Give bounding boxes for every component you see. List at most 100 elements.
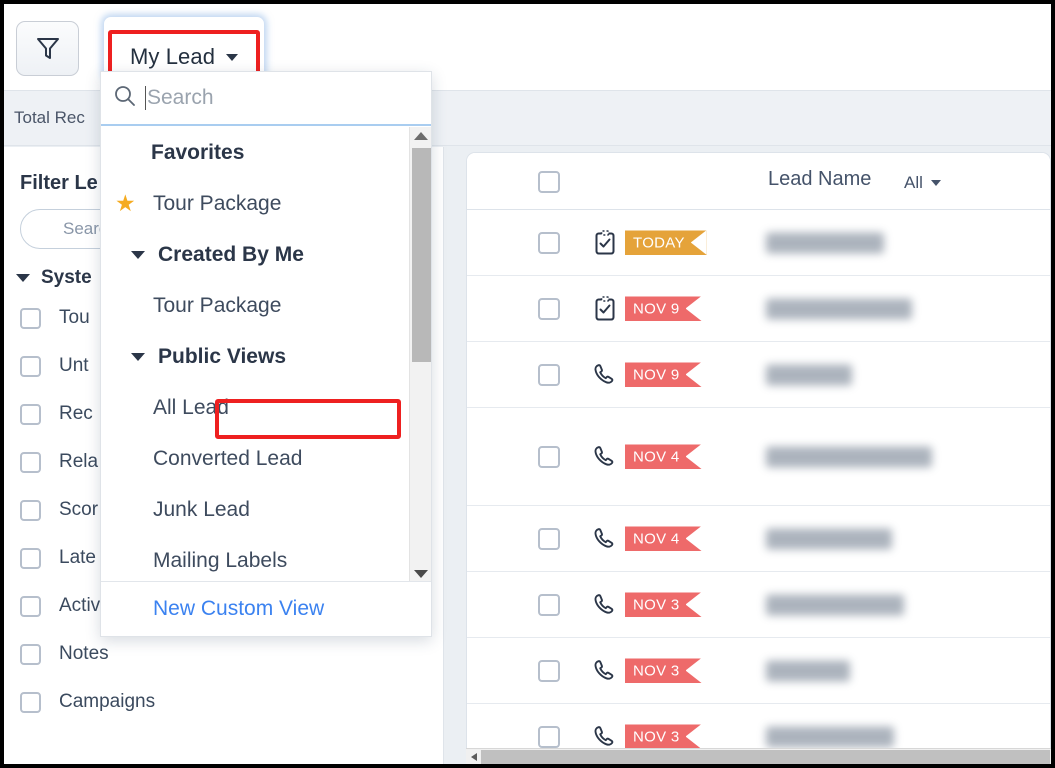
sidebar-filter-checkbox[interactable]	[20, 403, 41, 425]
app-root: My Lead Total Rec Filter Le Searc Syste …	[4, 4, 1051, 764]
scrollbar-thumb[interactable]	[412, 148, 431, 362]
triangle-left-icon	[470, 752, 477, 761]
due-date-badge: NOV 3	[625, 724, 702, 749]
row-select-checkbox[interactable]	[538, 363, 560, 386]
scrollbar-thumb[interactable]	[481, 749, 1050, 764]
dropdown-view-item-label: Tour Package	[153, 191, 282, 215]
triangle-down-icon	[16, 274, 30, 282]
sidebar-filter-checkbox[interactable]	[20, 499, 41, 521]
row-select-checkbox[interactable]	[538, 725, 560, 748]
table-row[interactable]: NOV 9	[467, 342, 1050, 408]
star-icon[interactable]: ★	[115, 192, 139, 215]
dropdown-view-item-label: Converted Lead	[153, 446, 303, 470]
leads-table-panel: Lead Name All TODAY NOV 9 NOV 9 NOV 4 NOV 4 N…	[466, 152, 1051, 764]
sidebar-filter-label: Rela	[59, 451, 99, 472]
task-checklist-icon	[592, 295, 618, 322]
dropdown-view-item[interactable]: Converted Lead	[101, 433, 431, 484]
dropdown-vertical-scrollbar[interactable]	[409, 127, 431, 583]
filter-sidebar-title: Filter Le	[20, 172, 98, 194]
row-select-checkbox[interactable]	[538, 297, 560, 320]
dropdown-view-item[interactable]: ★ Tour Package	[101, 178, 431, 229]
lead-name-redacted[interactable]	[766, 726, 894, 747]
dropdown-view-item-label: Junk Lead	[153, 497, 250, 521]
lead-name-redacted[interactable]	[766, 594, 904, 615]
dropdown-view-list: Favorites ★ Tour Package Created By Me Tour …	[101, 127, 431, 583]
sidebar-filter-checkbox[interactable]	[20, 451, 41, 473]
table-row[interactable]: TODAY	[467, 210, 1050, 276]
column-header-lead-name: Lead Name	[768, 168, 872, 190]
sidebar-filter-item[interactable]: Notes	[20, 643, 109, 665]
due-date-badge: NOV 3	[625, 658, 702, 683]
lead-name-redacted[interactable]	[766, 364, 852, 385]
row-select-checkbox[interactable]	[538, 231, 560, 254]
dropdown-group-label: Favorites	[151, 140, 245, 164]
scroll-up-arrow[interactable]	[410, 127, 431, 145]
dropdown-view-item[interactable]: Mailing Labels	[101, 535, 431, 583]
view-selector-dropdown: Search Favorites ★ Tour Package Created By …	[100, 71, 432, 637]
new-custom-view-label: New Custom View	[153, 597, 325, 620]
row-select-checkbox[interactable]	[538, 445, 560, 468]
lead-name-redacted[interactable]	[766, 528, 892, 549]
dropdown-group-label: Public Views	[158, 344, 286, 368]
due-date-badge: NOV 9	[625, 362, 702, 387]
filter-button[interactable]	[16, 21, 79, 76]
sidebar-filter-checkbox[interactable]	[20, 547, 41, 569]
dropdown-group-favorites[interactable]: Favorites	[101, 127, 431, 178]
due-date-badge: NOV 3	[625, 592, 702, 617]
sidebar-filter-item[interactable]: Rela	[20, 451, 98, 473]
sidebar-filter-item[interactable]: Unt	[20, 355, 89, 377]
sidebar-group-system[interactable]: Syste	[16, 267, 92, 289]
phone-icon	[592, 724, 618, 750]
scroll-left-arrow[interactable]	[466, 748, 481, 764]
column-filter-all-label: All	[904, 173, 923, 192]
table-row[interactable]: NOV 3	[467, 572, 1050, 638]
triangle-up-icon	[414, 132, 428, 140]
triangle-down-icon	[131, 250, 145, 259]
sidebar-filter-item[interactable]: Campaigns	[20, 691, 155, 713]
dropdown-group-public-views[interactable]: Public Views	[101, 331, 431, 382]
row-select-checkbox[interactable]	[538, 593, 560, 616]
column-filter-all[interactable]: All	[904, 173, 941, 193]
due-date-badge: NOV 4	[625, 444, 702, 469]
sidebar-filter-label: Unt	[59, 355, 89, 376]
sidebar-filter-label: Campaigns	[59, 691, 156, 712]
dropdown-group-created-by-me[interactable]: Created By Me	[101, 229, 431, 280]
due-date-badge: NOV 4	[625, 526, 702, 551]
sidebar-filter-checkbox[interactable]	[20, 307, 41, 329]
dropdown-view-item[interactable]: Tour Package	[101, 280, 431, 331]
dropdown-group-label: Created By Me	[158, 242, 304, 266]
table-row[interactable]: NOV 4	[467, 506, 1050, 572]
triangle-down-icon	[131, 352, 145, 361]
sidebar-filter-label: Scor	[59, 499, 99, 520]
sidebar-filter-item[interactable]: Scor	[20, 499, 98, 521]
sidebar-filter-checkbox[interactable]	[20, 691, 41, 713]
row-select-checkbox[interactable]	[538, 527, 560, 550]
new-custom-view-button[interactable]: New Custom View	[101, 581, 431, 636]
select-all-checkbox[interactable]	[538, 171, 560, 193]
lead-name-redacted[interactable]	[766, 298, 912, 319]
sidebar-filter-item[interactable]: Tou	[20, 307, 90, 329]
sidebar-filter-label: Rec	[59, 403, 93, 424]
view-selector-label: My Lead	[129, 44, 216, 69]
dropdown-search-field[interactable]: Search	[101, 72, 431, 126]
row-select-checkbox[interactable]	[538, 659, 560, 682]
lead-name-redacted[interactable]	[766, 660, 850, 681]
lead-name-redacted[interactable]	[766, 446, 932, 467]
table-row[interactable]: NOV 3	[467, 638, 1050, 704]
sidebar-filter-item[interactable]: Late	[20, 547, 96, 569]
table-row[interactable]: NOV 9	[467, 276, 1050, 342]
sidebar-filter-checkbox[interactable]	[20, 595, 41, 617]
phone-icon	[592, 658, 618, 684]
table-row[interactable]: NOV 4	[467, 408, 1050, 506]
phone-icon	[592, 362, 618, 388]
sidebar-filter-checkbox[interactable]	[20, 643, 41, 665]
lead-name-redacted[interactable]	[766, 232, 884, 253]
search-icon	[113, 84, 137, 113]
table-horizontal-scrollbar[interactable]	[466, 748, 1051, 764]
dropdown-view-item[interactable]: Junk Lead	[101, 484, 431, 535]
view-selector-wrap: My Lead	[104, 17, 264, 84]
sidebar-filter-item[interactable]: Rec	[20, 403, 93, 425]
sidebar-filter-label: Late	[59, 547, 96, 568]
sidebar-filter-checkbox[interactable]	[20, 355, 41, 377]
dropdown-view-item[interactable]: All Lead	[101, 382, 431, 433]
